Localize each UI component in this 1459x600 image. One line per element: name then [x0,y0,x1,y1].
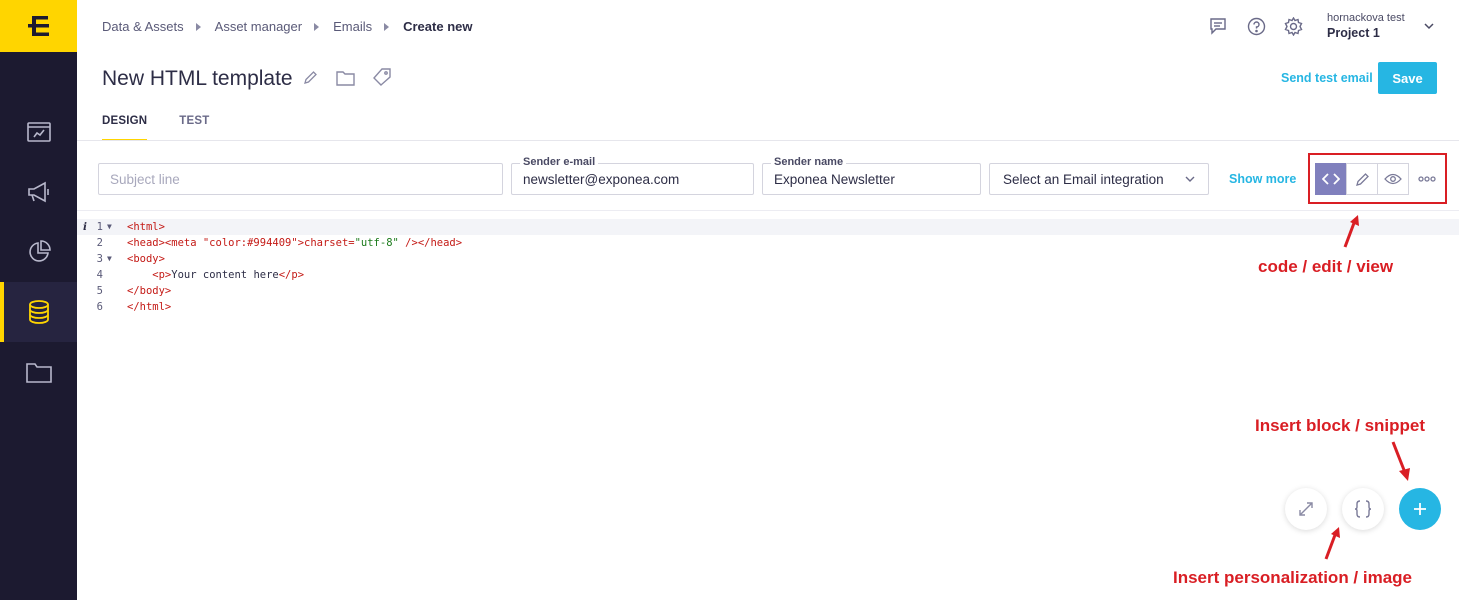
code-text: <html> [127,221,165,233]
user-name: hornackova test [1327,12,1405,24]
chat-icon [1210,18,1226,35]
plus-icon [1414,503,1426,515]
sender-email-field[interactable]: Sender e-mail newsletter@exponea.com [511,156,754,195]
annotation-arrow-icon [1391,441,1410,481]
view-mode-button[interactable] [1377,163,1409,195]
code-line: 6 </html> [77,299,1459,315]
code-text: </html> [127,301,172,313]
eye-icon [1384,173,1402,185]
database-icon [28,300,49,324]
breadcrumb-emails[interactable]: Emails [333,19,372,34]
sidebar [0,0,77,600]
nav-analyses[interactable] [0,222,77,282]
code-text: <body> [127,253,165,265]
annotation-insert-personalization: Insert personalization / image [1173,568,1413,587]
pie-chart-icon [28,240,51,262]
insert-block-button[interactable] [1399,488,1441,530]
pencil-icon [1355,172,1369,186]
chevron-down-icon[interactable] [1424,23,1434,30]
sender-email-label: Sender e-mail [520,156,599,168]
tab-test[interactable]: TEST [179,115,209,141]
line-number: 4 [96,269,103,281]
code-line: 3 ▼ <body> [77,251,1459,267]
sender-name-field[interactable]: Sender name Exponea Newsletter [762,156,981,195]
annotation-modes: code / edit / view [1258,257,1394,276]
help-button[interactable] [1247,17,1266,36]
breadcrumb-asset-manager[interactable]: Asset manager [215,19,302,34]
code-text: <p>Your content here</p> [127,269,305,281]
code-mode-button[interactable] [1315,163,1347,195]
tabs-divider [77,140,1459,141]
breadcrumb: Data & Assets Asset manager Emails Creat… [102,19,472,34]
code-line: 2 <head><meta "color:#994409">charset="u… [77,235,1459,251]
line-number: 6 [96,301,103,313]
gear-icon [1284,17,1303,36]
line-number: 1 [96,221,103,233]
line-number: 5 [96,285,103,297]
line-number: 2 [96,237,103,249]
fold-arrow-icon[interactable]: ▼ [107,251,112,267]
save-button[interactable]: Save [1378,62,1437,94]
folder-icon [25,363,52,383]
annotation-arrow-icon [1343,215,1359,248]
annotation-arrow-icon [1324,527,1340,560]
dashboard-icon [26,122,51,142]
expand-button[interactable] [1285,488,1327,530]
fold-arrow-icon[interactable]: ▼ [107,219,112,235]
email-integration-value: Select an Email integration [1003,171,1164,187]
code-icon [1322,173,1340,185]
sender-email-value: newsletter@exponea.com [523,171,680,187]
code-editor[interactable]: i 1 ▼ <html> 2 <head><meta "color:#99440… [77,219,1459,315]
line-number: 3 [96,253,103,265]
settings-button[interactable] [1284,17,1303,36]
send-test-email-link[interactable]: Send test email [1281,71,1373,85]
nav-data-assets[interactable] [0,282,77,342]
editor-mode-switch [1315,163,1409,195]
user-menu[interactable]: hornackova test Project 1 [1327,12,1405,40]
exponea-logo[interactable] [0,0,77,52]
braces-icon [1354,500,1372,518]
expand-icon [1299,502,1313,516]
code-line: i 1 ▼ <html> [77,219,1459,235]
tab-design[interactable]: DESIGN [102,115,148,141]
show-more-link[interactable]: Show more [1229,172,1296,186]
code-line: 4 <p>Your content here</p> [77,267,1459,283]
megaphone-icon [27,181,49,203]
nav-campaigns[interactable] [0,162,77,222]
chat-button[interactable] [1209,17,1227,35]
more-options-button[interactable] [1415,163,1439,195]
pencil-icon[interactable] [303,70,318,85]
breadcrumb-separator-icon [195,22,201,31]
editor-divider [77,210,1459,211]
sender-name-value: Exponea Newsletter [774,171,895,187]
tag-icon[interactable] [373,68,391,86]
nav-files[interactable] [0,342,77,402]
subject-line-field[interactable]: Subject line [98,163,503,195]
folder-icon[interactable] [336,70,355,86]
more-icon [1418,176,1436,182]
breadcrumb-separator-icon [314,22,320,31]
main-content: Data & Assets Asset manager Emails Creat… [77,0,1459,600]
nav-dashboards[interactable] [0,102,77,162]
project-name: Project 1 [1327,26,1380,40]
help-icon [1247,17,1266,36]
breadcrumb-separator-icon [384,22,390,31]
tabs: DESIGN TEST [102,115,242,141]
code-text: </body> [127,285,172,297]
annotation-insert-block: Insert block / snippet [1255,416,1426,435]
breadcrumb-data-assets[interactable]: Data & Assets [102,19,184,34]
edit-mode-button[interactable] [1346,163,1378,195]
sender-name-label: Sender name [771,156,847,168]
breadcrumb-current: Create new [403,19,473,34]
subject-line-placeholder: Subject line [110,171,180,187]
chevron-down-icon [1185,176,1195,182]
page-title: New HTML template [102,67,293,90]
code-line: 5 </body> [77,283,1459,299]
code-text: <head><meta "color:#994409">charset="utf… [127,237,463,249]
email-integration-select[interactable]: Select an Email integration [989,163,1209,195]
insert-personalization-button[interactable] [1342,488,1384,530]
